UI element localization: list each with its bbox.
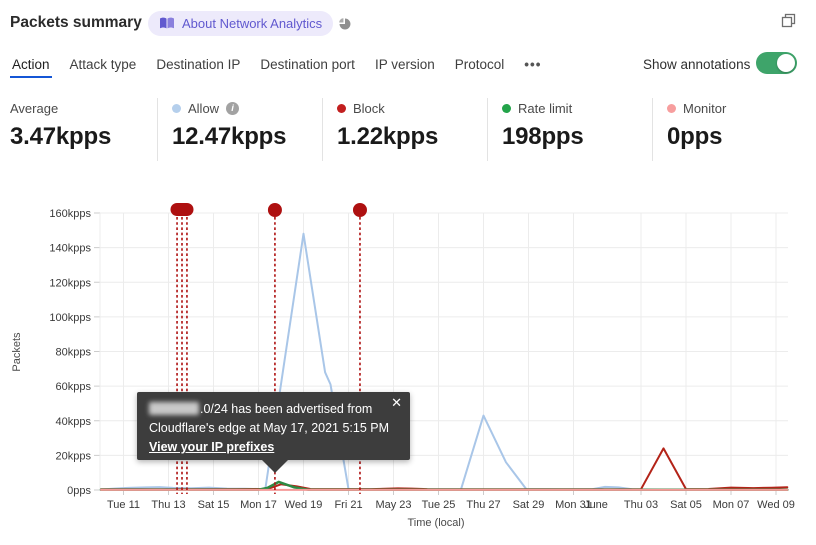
x-axis-title: Time (local) <box>407 517 464 529</box>
x-tick-label: May 23 <box>375 499 411 511</box>
x-tick-label: Wed 19 <box>285 499 323 511</box>
view-ip-prefixes-link[interactable]: View your IP prefixes <box>149 440 274 454</box>
x-tick-label: Tue 25 <box>422 499 456 511</box>
book-icon <box>159 17 175 30</box>
stat-value: 0pps <box>667 123 723 150</box>
x-tick-label: Mon 17 <box>240 499 277 511</box>
redacted-ip <box>149 402 199 415</box>
info-icon[interactable]: i <box>226 101 240 115</box>
x-tick-label: Fri 21 <box>334 499 362 511</box>
stat-value: 12.47kpps <box>172 123 287 150</box>
stat-divider <box>322 98 323 161</box>
x-tick-label: Wed 09 <box>757 499 795 511</box>
more-tabs-button[interactable]: ••• <box>524 55 541 75</box>
close-icon[interactable]: ✕ <box>391 396 402 410</box>
x-tick-label: Thu 03 <box>624 499 658 511</box>
y-tick-label: 140kpps <box>49 243 91 255</box>
x-tick-label: Sat 15 <box>198 499 230 511</box>
block-dot <box>337 103 346 113</box>
y-axis-title: Packets <box>11 332 23 372</box>
tab-bar: Action Attack type Destination IP Destin… <box>10 55 541 78</box>
y-tick-label: 0pps <box>67 485 91 497</box>
x-tick-label: Thu 27 <box>466 499 500 511</box>
y-tick-label: 160kpps <box>49 208 91 220</box>
y-tick-label: 120kpps <box>49 277 91 289</box>
annotation-marker-dot[interactable] <box>267 203 282 217</box>
tab-action[interactable]: Action <box>10 55 52 78</box>
stat-rate-limit: Rate limit 198pps <box>502 100 584 151</box>
stat-block: Block 1.22kpps <box>337 100 438 151</box>
annotation-tooltip: ✕ .0/24 has been advertised from Cloudfl… <box>137 392 410 473</box>
stat-label: Monitor <box>683 100 727 116</box>
stat-label: Average <box>10 100 59 116</box>
allow-dot <box>172 103 181 113</box>
tab-ip-version[interactable]: IP version <box>375 55 435 75</box>
stat-value: 1.22kpps <box>337 123 439 150</box>
packets-summary-panel: Packets summary About Network Analytics … <box>0 0 816 545</box>
stat-label: Block <box>353 100 385 116</box>
tab-protocol[interactable]: Protocol <box>455 55 505 75</box>
page-title: Packets summary <box>10 14 142 31</box>
x-month-label: June <box>584 499 608 511</box>
y-tick-label: 40kpps <box>56 416 92 428</box>
stat-average: Average 3.47kpps <box>10 100 111 151</box>
x-tick-label: Mon 07 <box>713 499 750 511</box>
stat-label: Allow <box>188 100 220 116</box>
expand-window-icon[interactable] <box>781 13 796 33</box>
stat-divider <box>157 98 158 161</box>
y-tick-label: 100kpps <box>49 312 91 324</box>
stat-allow: Allow i 12.47kpps <box>172 100 286 151</box>
stat-value: 3.47kpps <box>10 123 112 150</box>
tab-attack-type[interactable]: Attack type <box>70 55 137 75</box>
rate-limit-dot <box>502 103 511 113</box>
badge-label: About Network Analytics <box>182 16 323 31</box>
tab-destination-ip[interactable]: Destination IP <box>156 55 240 75</box>
packets-chart[interactable]: 0pps 20kpps 40kpps 60kpps 80kpps 100kpps 120kp… <box>0 195 816 545</box>
annotation-marker-dot[interactable] <box>352 203 367 217</box>
tab-destination-port[interactable]: Destination port <box>260 55 355 75</box>
monitor-dot <box>667 103 676 113</box>
x-tick-label: Thu 13 <box>151 499 185 511</box>
x-tick-label: Tue 11 <box>107 499 140 511</box>
annotation-marker-pill[interactable] <box>170 203 194 216</box>
stat-label: Rate limit <box>518 100 573 116</box>
about-network-analytics-badge[interactable]: About Network Analytics <box>148 11 334 36</box>
toggle-knob <box>777 54 795 72</box>
show-annotations-toggle[interactable] <box>756 52 797 74</box>
stat-divider <box>487 98 488 161</box>
y-tick-label: 20kpps <box>56 450 92 462</box>
tooltip-line1: .0/24 has been advertised from <box>149 400 398 419</box>
stat-divider <box>652 98 653 161</box>
pie-chart-icon[interactable] <box>338 17 352 36</box>
y-tick-label: 80kpps <box>56 347 92 359</box>
x-tick-label: Sat 29 <box>513 499 545 511</box>
x-tick-label: Sat 05 <box>670 499 702 511</box>
stat-value: 198pps <box>502 123 584 150</box>
y-tick-label: 60kpps <box>56 381 92 393</box>
stat-monitor: Monitor 0pps <box>667 100 726 151</box>
show-annotations-label: Show annotations <box>643 57 751 72</box>
tooltip-line2: Cloudflare's edge at May 17, 2021 5:15 P… <box>149 421 390 435</box>
